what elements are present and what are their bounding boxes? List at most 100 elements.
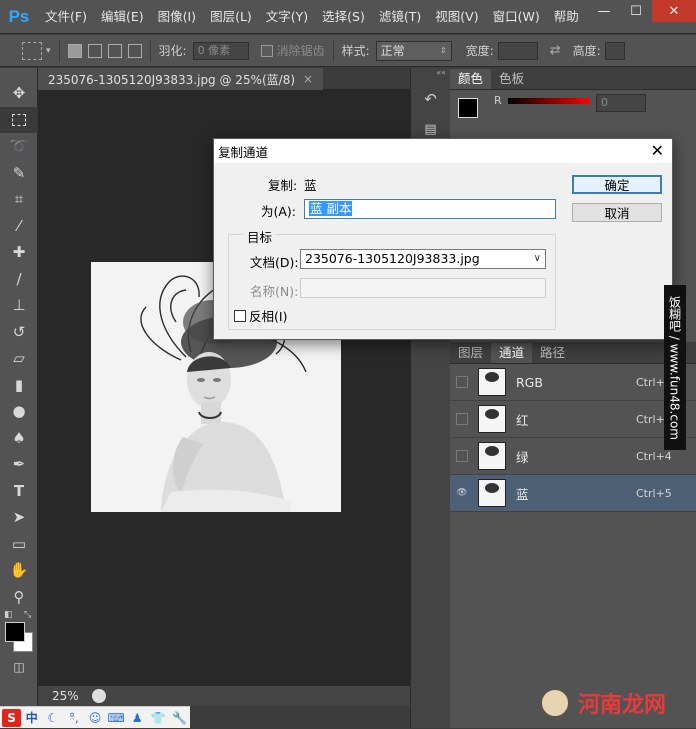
eraser-tool-icon[interactable]: ▱ <box>0 345 38 372</box>
cancel-button[interactable]: 取消 <box>572 203 662 222</box>
channel-name: 蓝 <box>516 486 529 502</box>
shape-tool-icon[interactable]: ▭ <box>0 531 38 558</box>
height-input[interactable] <box>604 41 625 60</box>
hand-tool-icon[interactable]: ✋ <box>0 557 38 584</box>
menu-window[interactable]: 窗口(W) <box>486 0 547 34</box>
antialias-checkbox[interactable] <box>260 44 277 58</box>
zoom-tool-icon[interactable]: ⚲ <box>0 584 38 611</box>
foreground-color-swatch[interactable] <box>5 622 25 642</box>
color-swatches: ◧ ⤡ <box>0 610 37 654</box>
close-icon[interactable]: ✕ <box>651 141 664 160</box>
r-value-input[interactable]: 0 <box>596 94 646 112</box>
channel-shortcut: Ctrl+4 <box>636 449 672 463</box>
subtract-selection-icon[interactable] <box>107 43 122 58</box>
menu-image[interactable]: 图像(I) <box>151 0 203 34</box>
tab-layers[interactable]: 图层 <box>450 343 491 363</box>
as-input[interactable]: 蓝 副本 <box>304 199 556 219</box>
tab-color[interactable]: 颜色 <box>450 69 492 89</box>
channel-shortcut: Ctrl+5 <box>636 486 672 500</box>
channel-row-red[interactable]: 红 Ctrl+3 <box>450 401 696 438</box>
channel-row-rgb[interactable]: RGB Ctrl+2 <box>450 364 696 401</box>
channel-list: RGB Ctrl+2 红 Ctrl+3 绿 Ctrl+4 👁 蓝 Ctrl+5 <box>450 364 696 512</box>
invert-checkbox-row[interactable]: 反相(I) <box>234 306 287 325</box>
move-tool-icon[interactable]: ✥ <box>0 80 38 107</box>
user-icon[interactable]: ♟ <box>127 707 148 729</box>
menu-view[interactable]: 视图(V) <box>428 0 485 34</box>
options-bar: ▾ 羽化: 0 像素 消除锯齿 样式: 正常 ⇕ 宽度: ⇄ 高度: <box>0 35 696 67</box>
ime-mode-toggle[interactable]: 中 <box>21 707 42 729</box>
gradient-tool-icon[interactable]: ▮ <box>0 372 38 399</box>
document-info-icon[interactable] <box>92 689 106 703</box>
type-tool-icon[interactable]: T <box>0 478 38 505</box>
name-input[interactable] <box>300 278 546 298</box>
wrench-icon[interactable]: 🔧 <box>169 707 190 729</box>
dodge-tool-icon[interactable]: ♠ <box>0 425 38 452</box>
crop-tool-icon[interactable]: ⌗ <box>0 186 38 213</box>
menu-select[interactable]: 选择(S) <box>315 0 372 34</box>
chevron-down-icon[interactable]: ▾ <box>46 46 51 56</box>
style-select[interactable]: 正常 ⇕ <box>375 40 452 61</box>
menu-edit[interactable]: 编辑(E) <box>94 0 151 34</box>
pen-tool-icon[interactable]: ✒ <box>0 451 38 478</box>
tab-swatches[interactable]: 色板 <box>491 69 532 89</box>
history-brush-tool-icon[interactable]: ↺ <box>0 319 38 346</box>
swap-colors-icon[interactable]: ⤡ <box>24 610 31 620</box>
document-select[interactable]: 235076-1305120J93833.jpg ∨ <box>300 249 546 269</box>
menu-file[interactable]: 文件(F) <box>38 0 94 34</box>
quick-select-tool-icon[interactable]: ✎ <box>0 160 38 187</box>
ok-button[interactable]: 确定 <box>572 175 662 194</box>
visibility-toggle[interactable] <box>456 450 468 462</box>
swap-icon[interactable]: ⇄ <box>550 43 561 58</box>
channel-row-green[interactable]: 绿 Ctrl+4 <box>450 438 696 475</box>
expand-panels-icon[interactable]: «« <box>411 68 450 82</box>
visibility-toggle[interactable] <box>456 413 468 425</box>
new-selection-icon[interactable] <box>67 43 82 58</box>
marquee-preset-icon[interactable] <box>22 41 42 60</box>
color-panel-foreground[interactable] <box>458 98 478 118</box>
keyboard-icon[interactable]: ⌨ <box>106 707 127 729</box>
maximize-button[interactable]: ☐ <box>620 0 652 22</box>
document-label: 文档(D): <box>250 255 299 270</box>
close-tab-icon[interactable]: × <box>303 72 313 86</box>
emoji-icon[interactable]: ☺ <box>85 707 106 729</box>
zoom-level[interactable]: 25% <box>38 689 88 703</box>
minimize-button[interactable]: — <box>588 0 620 22</box>
tab-channels[interactable]: 通道 <box>491 343 533 363</box>
intersect-selection-icon[interactable] <box>127 43 142 58</box>
history-panel-icon[interactable]: ↶ <box>416 90 446 114</box>
document-tab-title: 235076-1305120J93833.jpg @ 25%(蓝/8) <box>48 72 296 87</box>
menu-type[interactable]: 文字(Y) <box>259 0 315 34</box>
blur-tool-icon[interactable]: ● <box>0 398 38 425</box>
default-colors-icon[interactable]: ◧ <box>4 610 13 620</box>
path-select-tool-icon[interactable]: ➤ <box>0 504 38 531</box>
width-label: 宽度: <box>465 44 494 58</box>
close-window-button[interactable]: ✕ <box>652 0 696 22</box>
punctuation-icon[interactable]: °, <box>63 707 84 729</box>
skin-icon[interactable]: 👕 <box>148 707 169 729</box>
visibility-toggle[interactable] <box>456 376 468 388</box>
channel-row-blue[interactable]: 👁 蓝 Ctrl+5 <box>450 475 696 512</box>
invert-checkbox[interactable] <box>234 309 246 322</box>
add-selection-icon[interactable] <box>87 43 102 58</box>
eyedropper-tool-icon[interactable]: ⁄ <box>0 213 38 240</box>
width-input[interactable] <box>497 41 538 60</box>
feather-input[interactable]: 0 像素 <box>192 41 249 60</box>
tab-paths[interactable]: 路径 <box>532 343 573 363</box>
menu-filter[interactable]: 滤镜(T) <box>372 0 428 34</box>
marquee-tool-icon[interactable] <box>0 106 38 133</box>
channel-name: 红 <box>516 412 529 428</box>
sogou-logo[interactable]: S <box>2 708 22 727</box>
eye-icon[interactable]: 👁 <box>456 487 468 499</box>
stamp-tool-icon[interactable]: ⊥ <box>0 292 38 319</box>
quick-mask-icon[interactable]: ◫ <box>0 654 38 681</box>
r-slider[interactable] <box>508 98 590 104</box>
healing-brush-tool-icon[interactable]: ✚ <box>0 239 38 266</box>
moon-icon[interactable]: ☾ <box>42 707 63 729</box>
brush-tool-icon[interactable]: ∕ <box>0 266 38 293</box>
photoshop-logo: Ps <box>8 6 30 26</box>
bottom-watermark-text: 河南龙网 <box>578 693 667 718</box>
menu-layer[interactable]: 图层(L) <box>203 0 259 34</box>
lasso-tool-icon[interactable]: ➰ <box>0 133 38 160</box>
menu-help[interactable]: 帮助 <box>547 0 586 34</box>
document-tab[interactable]: 235076-1305120J93833.jpg @ 25%(蓝/8) × <box>38 68 324 90</box>
